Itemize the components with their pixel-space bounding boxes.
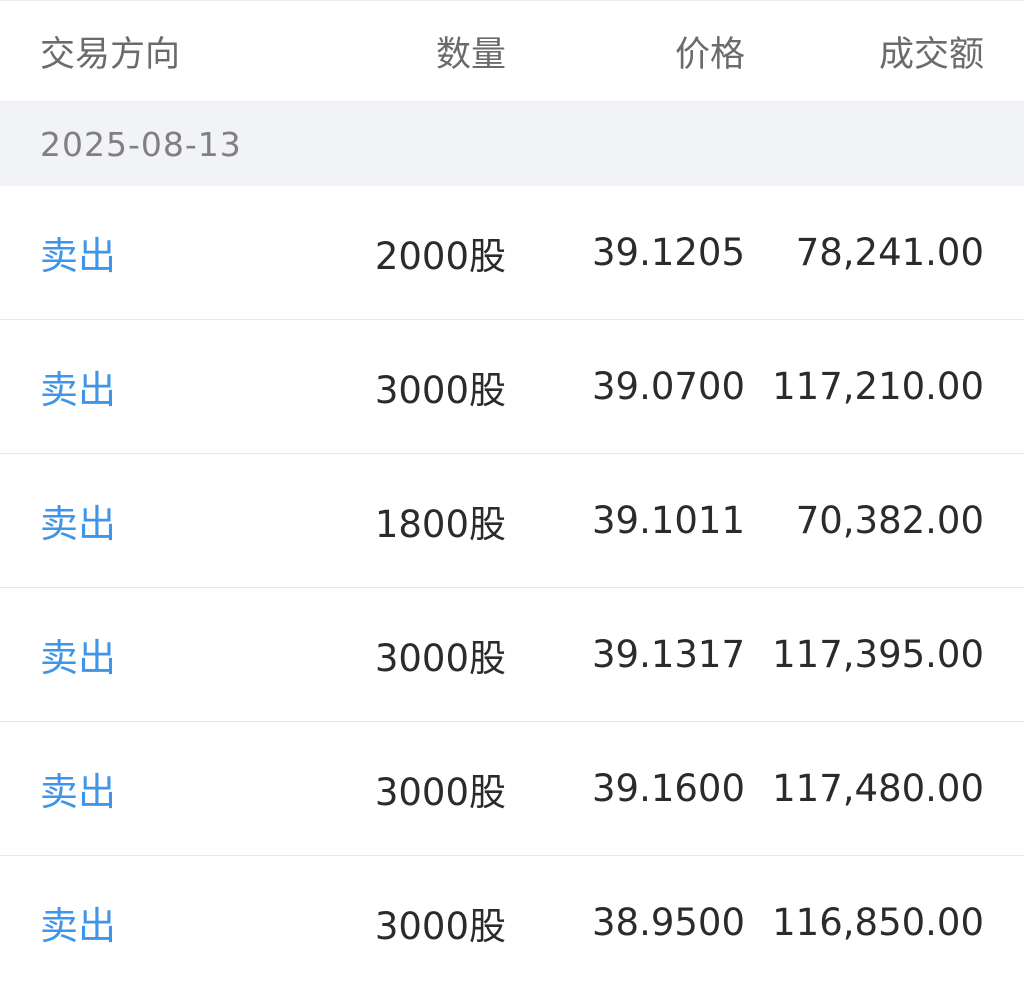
header-amount: 成交额 [878,34,984,75]
trade-direction: 卖出 [40,502,117,546]
header-direction: 交易方向 [40,34,181,75]
table-row[interactable]: 卖出 3000股 39.1600 117,480.00 [0,722,1024,856]
trade-quantity: 3000股 [374,770,506,814]
trade-direction: 卖出 [40,770,117,814]
trade-amount: 117,395.00 [772,633,984,676]
trade-quantity: 3000股 [374,368,506,412]
table-header: 交易方向 数量 价格 成交额 [0,0,1024,102]
trade-quantity: 1800股 [374,502,506,546]
trade-quantity: 3000股 [374,904,506,948]
trade-amount: 117,480.00 [772,767,984,810]
trade-direction: 卖出 [40,368,117,412]
date-group-header: 2025-08-13 [0,102,1024,186]
trade-history-page: 交易方向 数量 价格 成交额 2025-08-13 卖出 2000股 39.12… [0,0,1024,983]
trade-list: 卖出 2000股 39.1205 78,241.00 卖出 3000股 39.0… [0,186,1024,983]
trade-direction: 卖出 [40,234,117,278]
trade-amount: 116,850.00 [772,901,984,944]
trade-direction: 卖出 [40,636,117,680]
trade-amount: 117,210.00 [772,365,984,408]
header-price: 价格 [674,34,745,75]
trade-price: 38.9500 [591,901,745,944]
trade-amount: 70,382.00 [795,499,984,542]
header-quantity: 数量 [435,34,506,75]
table-row[interactable]: 卖出 2000股 39.1205 78,241.00 [0,186,1024,320]
trade-price: 39.0700 [591,365,745,408]
table-row[interactable]: 卖出 1800股 39.1011 70,382.00 [0,454,1024,588]
table-row[interactable]: 卖出 3000股 39.0700 117,210.00 [0,320,1024,454]
group-date: 2025-08-13 [40,124,242,164]
trade-price: 39.1317 [591,633,745,676]
trade-direction: 卖出 [40,904,117,948]
trade-price: 39.1011 [591,499,745,542]
trade-price: 39.1600 [591,767,745,810]
trade-quantity: 3000股 [374,636,506,680]
trade-price: 39.1205 [591,231,745,274]
trade-quantity: 2000股 [374,234,506,278]
table-row[interactable]: 卖出 3000股 39.1317 117,395.00 [0,588,1024,722]
trade-amount: 78,241.00 [795,231,984,274]
table-row[interactable]: 卖出 3000股 38.9500 116,850.00 [0,856,1024,983]
